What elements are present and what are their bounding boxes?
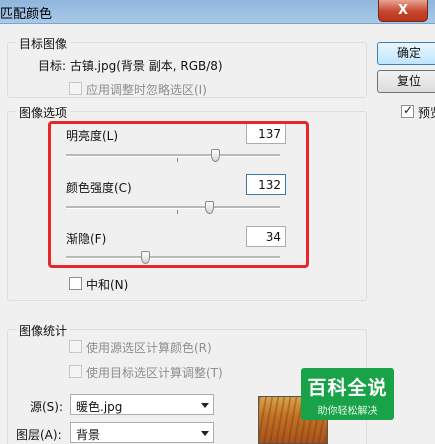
title-bar[interactable]: 匹配颜色 X xyxy=(0,0,435,24)
use-source-selection-label: 使用源选区计算颜色(R) xyxy=(86,341,212,355)
ok-button-label: 确定 xyxy=(396,46,421,60)
reset-button[interactable]: 复位 xyxy=(377,70,435,93)
neutralize-label: 中和(N) xyxy=(86,278,129,292)
neutralize-checkbox[interactable] xyxy=(69,277,82,290)
use-source-selection-checkbox[interactable] xyxy=(69,340,82,353)
watermark-logo: 百科全说 助你轻松解决 xyxy=(301,368,394,420)
image-options-group-label: 图像选项 xyxy=(16,104,71,121)
ignore-selection-checkbox[interactable] xyxy=(69,82,82,95)
source-select-value: 暖色.jpg xyxy=(76,400,123,414)
reset-button-label: 复位 xyxy=(396,74,421,88)
preview-label: 预览 xyxy=(418,106,435,120)
close-button[interactable]: X xyxy=(378,0,428,22)
preview-checkbox[interactable] xyxy=(401,103,414,118)
source-label: 源(S): xyxy=(30,400,64,414)
chevron-down-icon xyxy=(201,431,209,436)
chevron-down-icon xyxy=(201,403,209,408)
use-target-selection-label: 使用目标选区计算调整(T) xyxy=(86,366,223,380)
layer-label: 图层(A): xyxy=(16,428,62,442)
image-statistics-group-label: 图像统计 xyxy=(16,322,71,339)
highlight-box xyxy=(48,121,309,268)
close-icon: X xyxy=(397,3,409,18)
layer-select-value: 背景 xyxy=(76,428,101,442)
use-target-selection-checkbox[interactable] xyxy=(69,365,82,378)
window-title: 匹配颜色 xyxy=(0,7,53,22)
source-select[interactable]: 暖色.jpg xyxy=(70,394,214,415)
ignore-selection-label: 应用调整时忽略选区(I) xyxy=(86,83,207,97)
watermark-subtitle: 助你轻松解决 xyxy=(317,406,378,417)
ok-button[interactable]: 确定 xyxy=(377,42,435,65)
target-file-text: 目标: 古镇.jpg(背景 副本, RGB/8) xyxy=(38,59,223,73)
layer-select[interactable]: 背景 xyxy=(70,422,214,443)
target-image-group-label: 目标图像 xyxy=(16,35,71,52)
watermark-title: 百科全说 xyxy=(307,377,388,399)
